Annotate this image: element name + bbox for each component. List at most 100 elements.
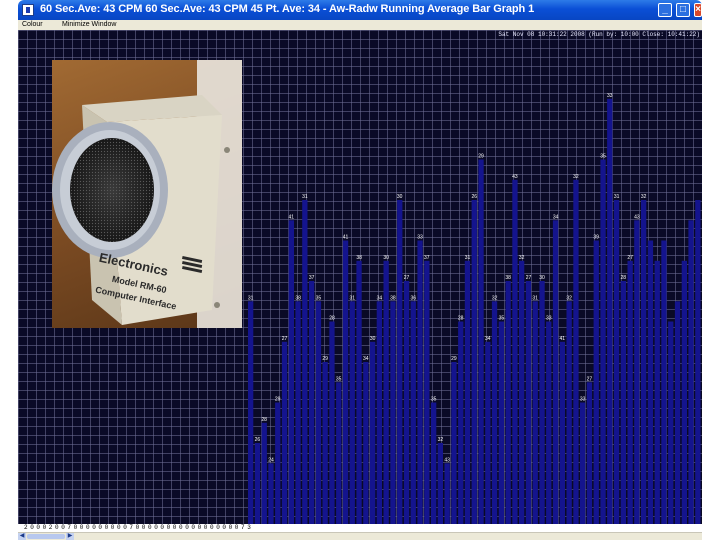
x-tick-label: 0 [123, 524, 127, 531]
window-title: 60 Sec.Ave: 43 CPM 60 Sec.Ave: 43 CPM 45… [40, 3, 535, 15]
x-tick-label: 0 [160, 524, 164, 531]
bar [356, 260, 362, 524]
bar-value-label: 31 [532, 295, 538, 301]
menu-item-minimize-window[interactable]: Minimize Window [62, 20, 116, 30]
bar [376, 301, 382, 524]
bar [342, 240, 349, 524]
bar [661, 240, 667, 524]
menu-item-colour[interactable]: Colour [22, 20, 43, 30]
x-tick-label: 0 [141, 524, 146, 531]
bar-value-label: 33 [580, 397, 586, 403]
bar-value-label: 38 [505, 275, 511, 281]
bar [309, 281, 315, 524]
bar [288, 220, 294, 524]
bar-value-label: 29 [275, 397, 281, 403]
bar [539, 281, 545, 524]
bar [390, 301, 396, 524]
x-tick-label: 0 [166, 524, 171, 531]
bar [525, 281, 532, 524]
x-tick-label: 0 [36, 524, 40, 531]
x-tick-label: 0 [210, 524, 214, 531]
bar [654, 260, 660, 524]
scroll-left-icon[interactable]: ◀ [18, 533, 26, 540]
bar [498, 321, 504, 524]
bar-value-label: 27 [404, 275, 410, 281]
bar-value-label: 35 [336, 376, 342, 382]
bar [681, 260, 687, 524]
bar [641, 200, 647, 524]
bar [458, 321, 464, 524]
bar-value-label: 41 [343, 235, 349, 241]
maximize-button[interactable]: □ [676, 3, 690, 17]
bar-value-label: 35 [499, 316, 505, 322]
x-tick-label: 0 [117, 524, 121, 531]
title-bar[interactable]: 60 Sec.Ave: 43 CPM 60 Sec.Ave: 43 CPM 45… [18, 0, 702, 20]
x-tick-label: 0 [228, 524, 233, 531]
x-tick-label: 7 [67, 524, 71, 531]
bar [248, 301, 254, 524]
x-tick-label: 0 [86, 524, 90, 531]
bar-value-label: 38 [356, 255, 362, 261]
bar-value-label: 32 [573, 174, 579, 180]
bar [573, 179, 579, 524]
bar [491, 301, 498, 524]
bar-value-label: 28 [458, 316, 464, 322]
bar-value-label: 29 [478, 154, 484, 160]
x-tick-label: 0 [216, 524, 220, 531]
bar-value-label: 29 [322, 356, 328, 362]
bar [275, 402, 281, 524]
x-tick-label: 0 [203, 524, 208, 531]
bar [485, 341, 491, 524]
bar [329, 321, 335, 524]
horizontal-scrollbar[interactable]: ◀ ▶ [18, 532, 702, 540]
bar-value-label: 35 [431, 397, 437, 403]
x-tick-label: 2 [48, 524, 53, 531]
bar-value-label: 32 [492, 295, 498, 301]
x-tick-label: 0 [55, 524, 59, 531]
close-button[interactable]: × [694, 3, 702, 17]
x-tick-label: 0 [61, 524, 65, 531]
x-tick-label: 0 [73, 524, 78, 531]
bar [688, 220, 694, 524]
bar [519, 260, 525, 524]
x-tick-label: 0 [154, 524, 158, 531]
bar [647, 240, 654, 524]
bar-value-label: 32 [641, 194, 647, 200]
bar-value-label: 37 [424, 255, 430, 261]
bar-value-label: 43 [634, 214, 640, 220]
bar-value-label: 34 [553, 214, 559, 220]
bar-value-label: 27 [587, 376, 593, 382]
bar-value-label: 38 [390, 295, 396, 301]
bar-value-label: 30 [383, 255, 389, 261]
bar-value-label: 33 [607, 93, 613, 99]
bar-value-label: 41 [560, 336, 566, 342]
bar [695, 200, 701, 524]
bar-value-label: 38 [295, 295, 301, 301]
bar-value-label: 28 [621, 275, 627, 281]
bar [613, 200, 620, 524]
bar [627, 260, 633, 524]
bar-value-label: 34 [485, 336, 491, 342]
app-icon[interactable] [22, 4, 34, 16]
bar [607, 98, 613, 524]
bar-value-label: 35 [316, 295, 322, 301]
bar [261, 422, 267, 524]
bar-value-label: 26 [255, 437, 261, 443]
bar [586, 382, 593, 524]
x-tick-label: 0 [222, 524, 226, 531]
scroll-right-icon[interactable]: ▶ [66, 533, 74, 540]
x-tick-label: 0 [104, 524, 109, 531]
bar-value-label: 31 [465, 255, 471, 261]
bar [403, 281, 410, 524]
bar [349, 301, 355, 524]
scroll-thumb[interactable] [27, 534, 65, 539]
bar-value-label: 33 [546, 316, 552, 322]
bar-value-label: 34 [363, 356, 369, 362]
bar-value-label: 43 [444, 457, 450, 463]
x-tick-label: 0 [234, 524, 239, 531]
minimize-button[interactable]: _ [658, 3, 672, 17]
bar [505, 281, 511, 524]
bar-value-label: 31 [248, 295, 254, 301]
bar-chart: 31 26 28 24 29 27 41 38 31 37 35 29 28 35 41 31 38 34 30 34… [248, 93, 701, 524]
bar [397, 200, 403, 524]
